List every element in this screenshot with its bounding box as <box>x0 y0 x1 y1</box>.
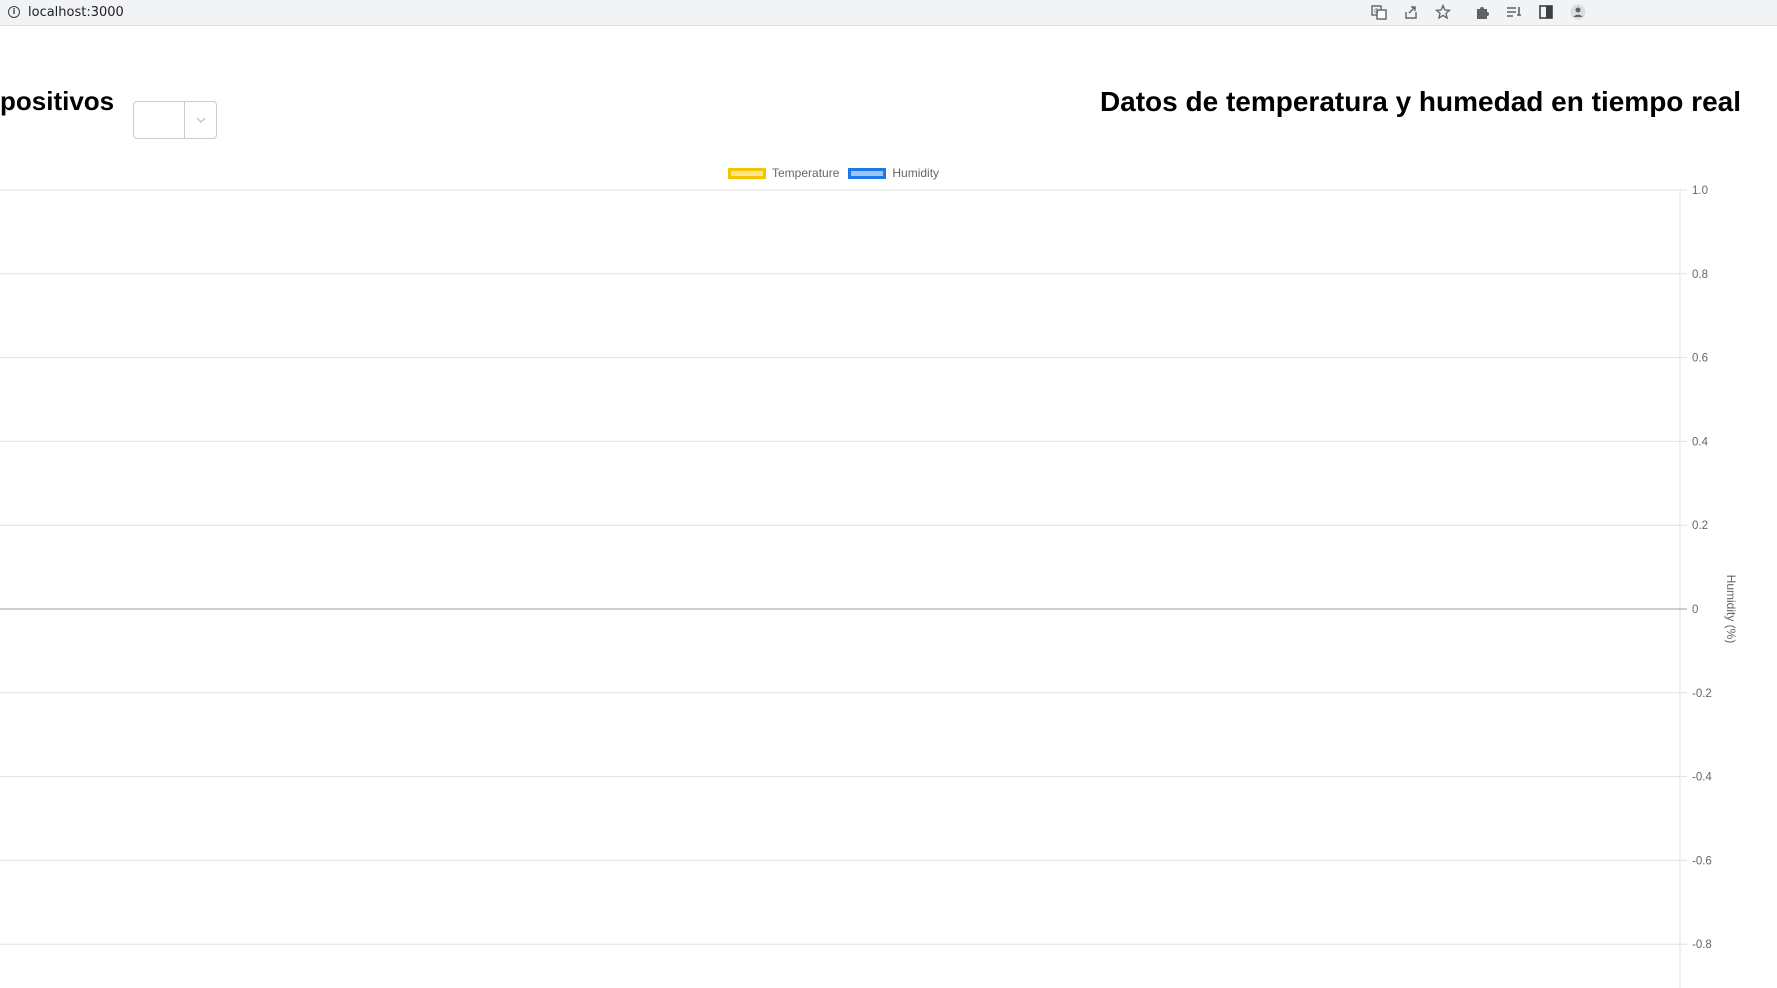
y-tick-label: 0 <box>1692 604 1698 616</box>
y-tick-label: 1.0 <box>1692 185 1708 197</box>
y-tick-label: -0.2 <box>1692 688 1712 700</box>
y-axis-title: Humidity (%) <box>1724 575 1738 644</box>
chart-canvas: 1.0 0.8 0.6 0.4 0.2 0 -0.2 -0.4 -0.6 -0.8 Humidity… <box>0 185 1738 988</box>
y-tick-label: -0.6 <box>1692 855 1712 867</box>
y-tick-label: 0.8 <box>1692 269 1708 281</box>
y-tick-label: 0.4 <box>1692 436 1709 448</box>
y-tick-label: 0.2 <box>1692 520 1708 532</box>
y-tick-label: -0.8 <box>1692 939 1712 951</box>
y-tick-label: -0.4 <box>1692 772 1712 784</box>
y-tick-label: 0.6 <box>1692 353 1708 365</box>
